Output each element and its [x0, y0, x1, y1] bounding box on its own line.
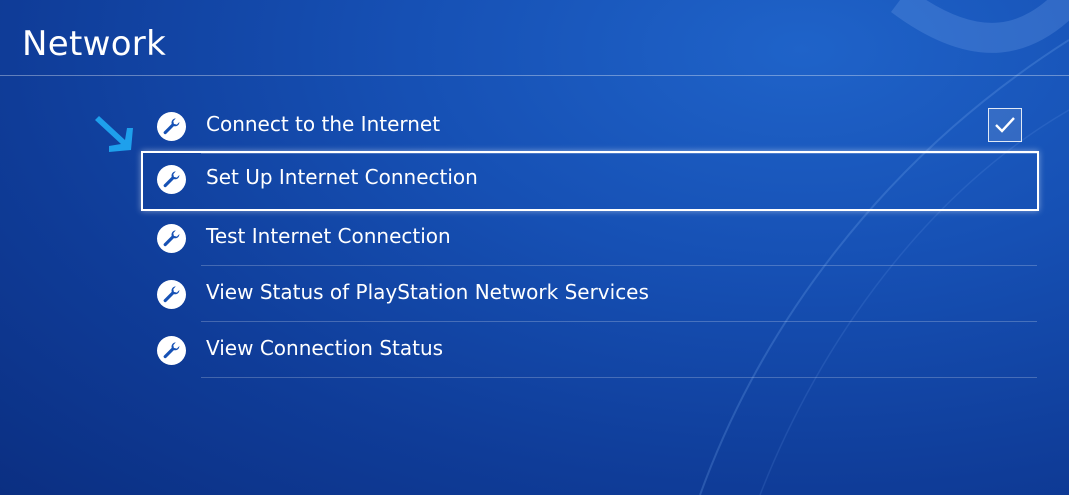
header: Network — [0, 0, 1069, 76]
wrench-icon — [157, 336, 186, 365]
connect-checkbox[interactable] — [988, 108, 1022, 142]
menu-item-set-up-internet-connection[interactable]: Set Up Internet Connection — [141, 151, 1039, 211]
menu-item-test-internet-connection[interactable]: Test Internet Connection — [141, 210, 1039, 266]
menu-item-label: View Connection Status — [206, 336, 444, 360]
checkmark-icon — [995, 117, 1015, 133]
menu-item-label: Connect to the Internet — [206, 112, 441, 136]
menu-item-connect-to-internet[interactable]: Connect to the Internet — [141, 98, 1039, 154]
menu-item-view-connection-status[interactable]: View Connection Status — [141, 322, 1039, 378]
wrench-icon — [157, 165, 186, 194]
menu-item-view-psn-status[interactable]: View Status of PlayStation Network Servi… — [141, 266, 1039, 322]
menu-item-label: Set Up Internet Connection — [206, 165, 478, 189]
wrench-icon — [157, 112, 186, 141]
wrench-icon — [157, 224, 186, 253]
menu-item-label: View Status of PlayStation Network Servi… — [206, 280, 649, 304]
wrench-icon — [157, 280, 186, 309]
menu-item-label: Test Internet Connection — [206, 224, 451, 248]
divider — [201, 377, 1037, 378]
pointer-arrow-icon — [95, 116, 133, 152]
page-title: Network — [22, 24, 167, 64]
